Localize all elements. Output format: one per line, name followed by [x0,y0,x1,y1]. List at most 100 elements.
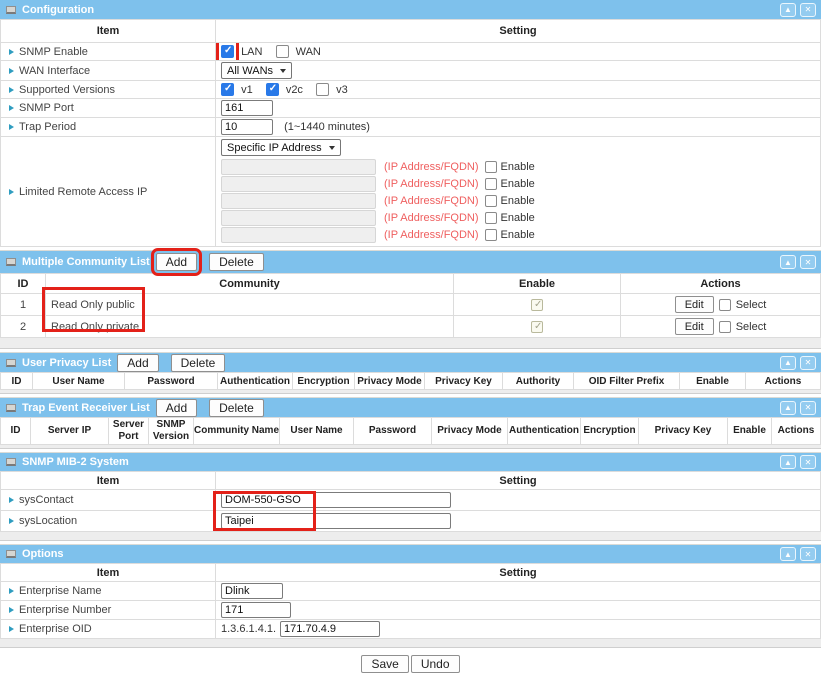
row-label: WAN Interface [19,65,90,77]
collapse-icon[interactable]: ▲ [780,547,796,561]
bullet-icon [9,518,14,524]
community-edit-button[interactable]: Edit [675,318,714,335]
ip-hint: (IP Address/FQDN) [384,212,479,224]
version-v2c-checkbox[interactable] [266,83,279,96]
remote-ip-enable-checkbox-4[interactable] [485,212,497,224]
enterprise-oid-input[interactable] [280,621,380,637]
col-header: Encryption [581,418,639,445]
remote-ip-enable-checkbox-2[interactable] [485,178,497,190]
col-header: ID [1,418,31,445]
collapse-icon[interactable]: ▲ [780,401,796,415]
col-header: Community Name [194,418,280,445]
item-column-header: Item [1,564,216,582]
enterprise-name-input[interactable] [221,583,283,599]
section-footer [0,532,821,541]
syslocation-input[interactable] [221,513,451,529]
bullet-icon [9,87,14,93]
remote-ip-input-3[interactable] [221,193,376,209]
row-label: Supported Versions [19,84,115,96]
col-header: Authentication [218,373,293,390]
remote-ip-row: (IP Address/FQDN) Enable [221,176,815,192]
col-header: Authority [503,373,574,390]
collapse-icon[interactable]: ▲ [780,356,796,370]
enable-label: Enable [501,229,535,241]
oid-prefix: 1.3.6.1.4.1. [221,623,276,635]
section-title: SNMP MIB-2 System [22,456,129,468]
remote-ip-row: (IP Address/FQDN) Enable [221,227,815,243]
trap-event-table: ID Server IP Server Port SNMP Version Co… [0,417,821,445]
col-header: Enable [728,418,772,445]
table-row: Limited Remote Access IP Specific IP Add… [1,137,821,247]
community-add-button[interactable]: Add [156,253,197,271]
chevron-down-icon [280,69,286,73]
ip-hint: (IP Address/FQDN) [384,178,479,190]
table-row: sysContact [1,490,821,511]
enable-label: Enable [501,178,535,190]
remote-ip-input-2[interactable] [221,176,376,192]
configuration-table: Item Setting SNMP Enable LAN WAN WAN Int… [0,19,821,247]
snmp-enable-lan-checkbox[interactable] [221,45,234,57]
close-icon[interactable]: ✕ [800,455,816,469]
table-row: WAN Interface All WANs [1,61,821,81]
col-header: Server Port [109,418,149,445]
lan-label: LAN [241,46,262,58]
remote-ip-enable-checkbox-3[interactable] [485,195,497,207]
close-icon[interactable]: ✕ [800,547,816,561]
trap-delete-button[interactable]: Delete [209,399,264,417]
section-title: Configuration [22,4,94,16]
snmp-port-input[interactable] [221,100,273,116]
collapse-icon[interactable]: ▲ [780,255,796,269]
row-label: sysLocation [19,515,77,527]
wan-interface-select[interactable]: All WANs [221,62,292,79]
remote-ip-input-5[interactable] [221,227,376,243]
col-header: OID Filter Prefix [574,373,680,390]
close-icon[interactable]: ✕ [800,255,816,269]
remote-ip-input-4[interactable] [221,210,376,226]
multiple-community-list-section: Multiple Community List Add Delete ▲ ✕ I… [0,250,821,349]
chevron-down-icon [329,146,335,150]
remote-access-mode-select[interactable]: Specific IP Address [221,139,341,156]
bullet-icon [9,626,14,632]
options-section: Options ▲ ✕ Item Setting Enterprise Name… [0,544,821,648]
save-button[interactable]: Save [361,655,408,673]
close-icon[interactable]: ✕ [800,401,816,415]
section-title: User Privacy List [22,357,111,369]
collapse-icon[interactable]: ▲ [780,455,796,469]
community-select-checkbox[interactable] [719,321,731,333]
remote-ip-enable-checkbox-5[interactable] [485,229,497,241]
community-select-checkbox[interactable] [719,299,731,311]
col-header-community: Community [46,274,454,294]
col-header: User Name [280,418,354,445]
close-icon[interactable]: ✕ [800,3,816,17]
community-edit-button[interactable]: Edit [675,296,714,313]
bullet-icon [9,68,14,74]
table-row: Trap Period (1~1440 minutes) [1,118,821,137]
enterprise-number-input[interactable] [221,602,291,618]
remote-ip-row: (IP Address/FQDN) Enable [221,210,815,226]
bullet-icon [9,105,14,111]
trap-period-hint: (1~1440 minutes) [284,121,370,133]
privacy-add-button[interactable]: Add [117,354,158,372]
user-privacy-list-section: User Privacy List Add Delete ▲ ✕ ID User… [0,352,821,394]
snmp-enable-wan-checkbox[interactable] [276,45,289,58]
table-row: SNMP Port [1,99,821,118]
table-row: Enterprise Name [1,582,821,601]
configuration-header: Configuration ▲ ✕ [0,0,821,19]
trap-add-button[interactable]: Add [156,399,197,417]
collapse-icon[interactable]: ▲ [780,3,796,17]
version-v1-checkbox[interactable] [221,83,234,96]
trap-period-input[interactable] [221,119,273,135]
close-icon[interactable]: ✕ [800,356,816,370]
trap-event-receiver-list-section: Trap Event Receiver List Add Delete ▲ ✕ … [0,397,821,449]
community-delete-button[interactable]: Delete [209,253,264,271]
privacy-delete-button[interactable]: Delete [171,354,226,372]
remote-ip-input-1[interactable] [221,159,376,175]
undo-button[interactable]: Undo [411,655,460,673]
remote-ip-enable-checkbox-1[interactable] [485,161,497,173]
v2c-label: v2c [286,84,303,96]
syscontact-input[interactable] [221,492,451,508]
col-header: Authentication [508,418,581,445]
user-privacy-list-header: User Privacy List Add Delete ▲ ✕ [0,353,821,372]
version-v3-checkbox[interactable] [316,83,329,96]
bullet-icon [9,588,14,594]
